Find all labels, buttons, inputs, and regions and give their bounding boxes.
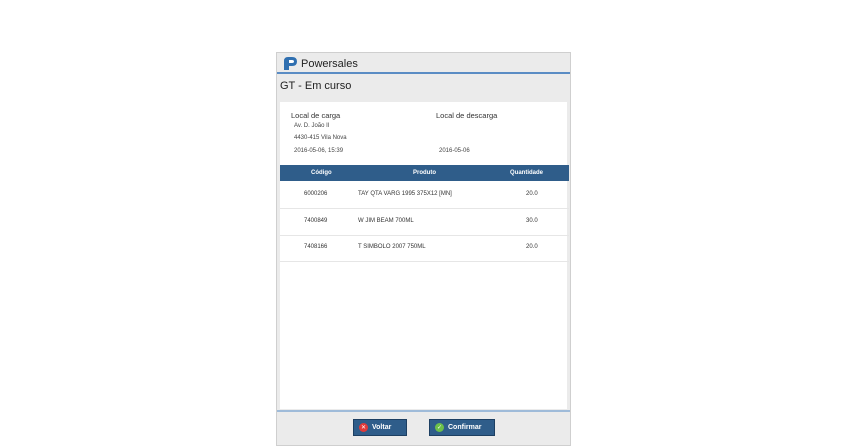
row-product: W JIM BEAM 700ML xyxy=(358,218,414,224)
app-window: Powersales GT - Em curso Local de carga … xyxy=(276,52,571,446)
column-header-quantity: Quantidade xyxy=(510,170,544,176)
column-header-product: Produto xyxy=(413,170,436,176)
row-code: 7400849 xyxy=(304,218,328,224)
loading-datetime: 2016-05-06, 15:39 xyxy=(294,148,344,154)
loading-address-line1: Av. D. João II xyxy=(294,123,330,129)
main-content: Local de carga Av. D. João II 4430-415 V… xyxy=(280,102,569,409)
row-quantity: 30.0 xyxy=(526,218,538,224)
row-product: TAY QTA VARG 1995 375X12 [MN] xyxy=(358,191,452,197)
confirm-button-label: Confirmar xyxy=(448,424,482,431)
table-row[interactable]: 7408166 T SIMBOLO 2007 750ML 20.0 xyxy=(280,235,569,262)
back-button[interactable]: ✕ Voltar xyxy=(353,419,407,436)
table-header: Código Produto Quantidade xyxy=(280,165,569,181)
column-header-code: Código xyxy=(311,170,332,176)
loading-address-line2: 4430-415 Vila Nova xyxy=(294,135,347,141)
unloading-location-label: Local de descarga xyxy=(436,111,498,120)
table-row[interactable]: 6000206 TAY QTA VARG 1995 375X12 [MN] 20… xyxy=(280,182,569,209)
row-quantity: 20.0 xyxy=(526,191,538,197)
back-icon: ✕ xyxy=(359,423,368,432)
row-code: 6000206 xyxy=(304,191,328,197)
row-product: T SIMBOLO 2007 750ML xyxy=(358,244,426,250)
powersales-logo-icon xyxy=(284,57,297,70)
app-title: Powersales xyxy=(301,58,358,70)
title-bar: Powersales xyxy=(277,53,570,74)
bottom-action-bar: ✕ Voltar ✓ Confirmar xyxy=(277,410,570,446)
row-quantity: 20.0 xyxy=(526,244,538,250)
row-code: 7408166 xyxy=(304,244,328,250)
page-title: GT - Em curso xyxy=(280,80,352,92)
back-button-label: Voltar xyxy=(372,424,392,431)
table-row[interactable]: 7400849 W JIM BEAM 700ML 30.0 xyxy=(280,209,569,236)
loading-location-label: Local de carga xyxy=(291,111,341,120)
confirm-button[interactable]: ✓ Confirmar xyxy=(429,419,495,436)
confirm-check-icon: ✓ xyxy=(435,423,444,432)
unloading-date: 2016-05-06 xyxy=(439,148,470,154)
